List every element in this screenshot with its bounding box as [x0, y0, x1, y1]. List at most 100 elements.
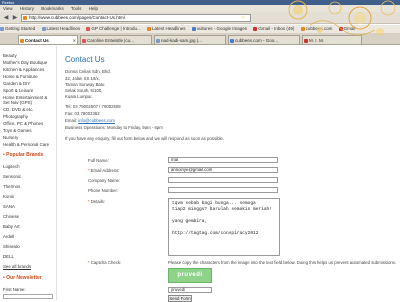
- see-all-brands-link[interactable]: See all brands: [3, 264, 31, 269]
- sidebar-item-office[interactable]: Office, PC & Phones: [3, 121, 43, 126]
- bookmark-label: Latest Headlines: [46, 26, 81, 31]
- sidebar-item-health[interactable]: Health & Personal Care: [3, 142, 49, 147]
- enquiry-intro: If you have any enquiry, fill out form b…: [65, 136, 224, 141]
- gmail-icon: [253, 26, 258, 31]
- bookmark-icon: [0, 26, 4, 31]
- captcha-image: pruvedi: [168, 268, 212, 283]
- label-text: Phone Number:: [88, 188, 119, 193]
- brand-item[interactable]: Logitech: [3, 164, 20, 169]
- sidebar-item-mothers-day[interactable]: Mother's Day Boutique: [3, 60, 47, 65]
- sidebar-item-home-furniture[interactable]: Home & Furniture: [3, 74, 38, 79]
- label-text: Email Address:: [90, 168, 120, 173]
- tab-favicon-icon: [230, 39, 234, 43]
- label-text: Company Name:: [88, 178, 121, 183]
- brand-item[interactable]: DELL: [3, 254, 14, 259]
- bookmark-label: Gmail - Inbox (49): [258, 26, 295, 31]
- phone-number-input[interactable]: [168, 187, 278, 193]
- bookmark-item[interactable]: Latest Headlines: [146, 26, 186, 31]
- tab-mim[interactable]: M. I. M.: [302, 35, 362, 44]
- required-marker: *: [88, 168, 90, 173]
- bookmark-icon: [86, 26, 91, 31]
- menu-help[interactable]: Help: [89, 6, 98, 11]
- tab-label: cubbees.com - Goo...: [235, 38, 279, 43]
- address-line: Selak South, 5/100,: [65, 88, 103, 93]
- bookmark-star-icon[interactable]: ☆: [241, 15, 245, 21]
- newsletter-first-name-input[interactable]: [3, 294, 53, 299]
- tab-cubbees-google[interactable]: cubbees.com - Goo...: [228, 35, 300, 44]
- bookmark-item[interactable]: Gmail: [338, 26, 355, 31]
- back-icon[interactable]: ◀: [2, 14, 10, 22]
- brand-item[interactable]: Ardell: [3, 234, 14, 239]
- bookmark-item[interactable]: vultures - Google Images: [191, 26, 248, 31]
- email-address-input[interactable]: annoinye@gmail.com: [168, 167, 278, 173]
- label-text: Full Name:: [88, 158, 109, 163]
- email-link[interactable]: info@cubbees.com: [78, 118, 115, 123]
- brand-item[interactable]: Baby Art: [3, 224, 20, 229]
- fax-number: Fax: 03 79002362: [65, 111, 100, 116]
- bookmark-label: GP Challenge | Introdu...: [91, 26, 141, 31]
- email-line: Email: info@cubbees.com: [65, 118, 115, 123]
- sidebar-item-garden[interactable]: Garden & DIY: [3, 81, 30, 86]
- brand-item[interactable]: Sensonic: [3, 174, 21, 179]
- brand-item[interactable]: SANA: [3, 204, 15, 209]
- sidebar-item-home-entertainment[interactable]: Home Entertainment & Set Nav (GPS): [3, 95, 55, 105]
- tab-contact-us[interactable]: Contact Us ✕: [18, 35, 78, 44]
- rss-icon: [41, 26, 46, 31]
- sidebar-item-toys[interactable]: Toys & Games: [3, 128, 32, 133]
- address-bar[interactable]: http://www.cubbees.com/pages/Contact-Us.…: [21, 14, 251, 22]
- newsletter-first-name-label: First Name:: [3, 287, 26, 292]
- heading-label: Our Newsletter: [6, 275, 42, 281]
- company-name-label: Company Name:: [88, 178, 120, 183]
- menu-bookmarks[interactable]: Bookmarks: [41, 6, 64, 11]
- menu-tools[interactable]: Tools: [71, 6, 82, 11]
- close-icon[interactable]: ✕: [73, 36, 76, 44]
- company-name-input[interactable]: [168, 177, 278, 183]
- brand-item[interactable]: Chinese: [3, 214, 19, 219]
- sidebar-item-kitchen[interactable]: Kitchen & Appliances: [3, 67, 44, 72]
- captcha-input[interactable]: pruvedi: [168, 287, 212, 293]
- tab-favicon-icon: [82, 39, 86, 43]
- sidebar-item-cd-dvd[interactable]: CD, DVD & etc.: [3, 107, 34, 112]
- bookmark-item[interactable]: Latest Headlines: [41, 26, 81, 31]
- details-textarea[interactable]: tqvm sebab bagi bunga... semoga tiap2 mi…: [168, 198, 280, 256]
- business-hours: Business Operations: Monday to Friday, 9…: [65, 125, 163, 130]
- menu-view[interactable]: View: [3, 6, 13, 11]
- bookmark-icon: [300, 26, 305, 31]
- bookmark-item[interactable]: cubbees.com: [300, 26, 332, 31]
- label-text: Details:: [90, 199, 106, 204]
- bookmarks-toolbar: Getting Started Latest Headlines GP Chal…: [0, 25, 400, 33]
- brand-item[interactable]: Thermos: [3, 184, 20, 189]
- tab-favicon-icon: [304, 39, 308, 43]
- category-sidebar: Beauty Mother's Day Boutique Kitchen & A…: [0, 46, 57, 300]
- captcha-instructions: Please copy the characters from the imag…: [168, 260, 397, 265]
- tab-nad-kadi[interactable]: nad-kadi-sam.jpg (...: [154, 35, 226, 44]
- required-marker: *: [88, 260, 90, 265]
- bookmark-item[interactable]: Gmail - Inbox (49): [253, 26, 294, 31]
- sidebar-item-beauty[interactable]: Beauty: [3, 53, 17, 58]
- bookmark-label: vultures - Google Images: [196, 26, 248, 31]
- company-name: Donna Celias Sdn. Bhd.: [65, 69, 111, 74]
- address-bar-url: http://www.cubbees.com/pages/Contact-Us.…: [29, 15, 125, 20]
- bookmark-item[interactable]: Getting Started: [0, 26, 35, 31]
- brand-item[interactable]: Shiseido: [3, 244, 20, 249]
- bookmark-item[interactable]: GP Challenge | Introdu...: [86, 26, 141, 31]
- sidebar-item-sport[interactable]: Sport & Leisure: [3, 88, 33, 93]
- tab-label: M. I. M.: [309, 38, 324, 43]
- page-title: Contact Us: [65, 55, 105, 64]
- site-favicon-icon: [23, 16, 27, 20]
- sidebar-item-photography[interactable]: Photography: [3, 114, 28, 119]
- tab-caroline[interactable]: Caroline Entwistle |cu...: [80, 35, 152, 44]
- bookmark-label: Latest Headlines: [151, 26, 186, 31]
- menu-history[interactable]: History: [20, 6, 34, 11]
- tab-strip: Contact Us ✕ Caroline Entwistle |cu... na…: [0, 33, 400, 45]
- forward-icon[interactable]: ▶: [11, 14, 19, 22]
- full-name-input[interactable]: mal: [168, 157, 278, 163]
- tab-favicon-icon: [156, 39, 160, 43]
- brand-item[interactable]: Konis: [3, 194, 14, 199]
- send-form-button[interactable]: Send Form: [168, 295, 192, 302]
- google-icon: [191, 26, 196, 31]
- newsletter-heading: • Our Newsletter: [3, 275, 42, 281]
- tab-label: Contact Us: [25, 38, 49, 43]
- email-label: Email:: [65, 118, 77, 123]
- sidebar-item-nursery[interactable]: Nursery: [3, 135, 18, 140]
